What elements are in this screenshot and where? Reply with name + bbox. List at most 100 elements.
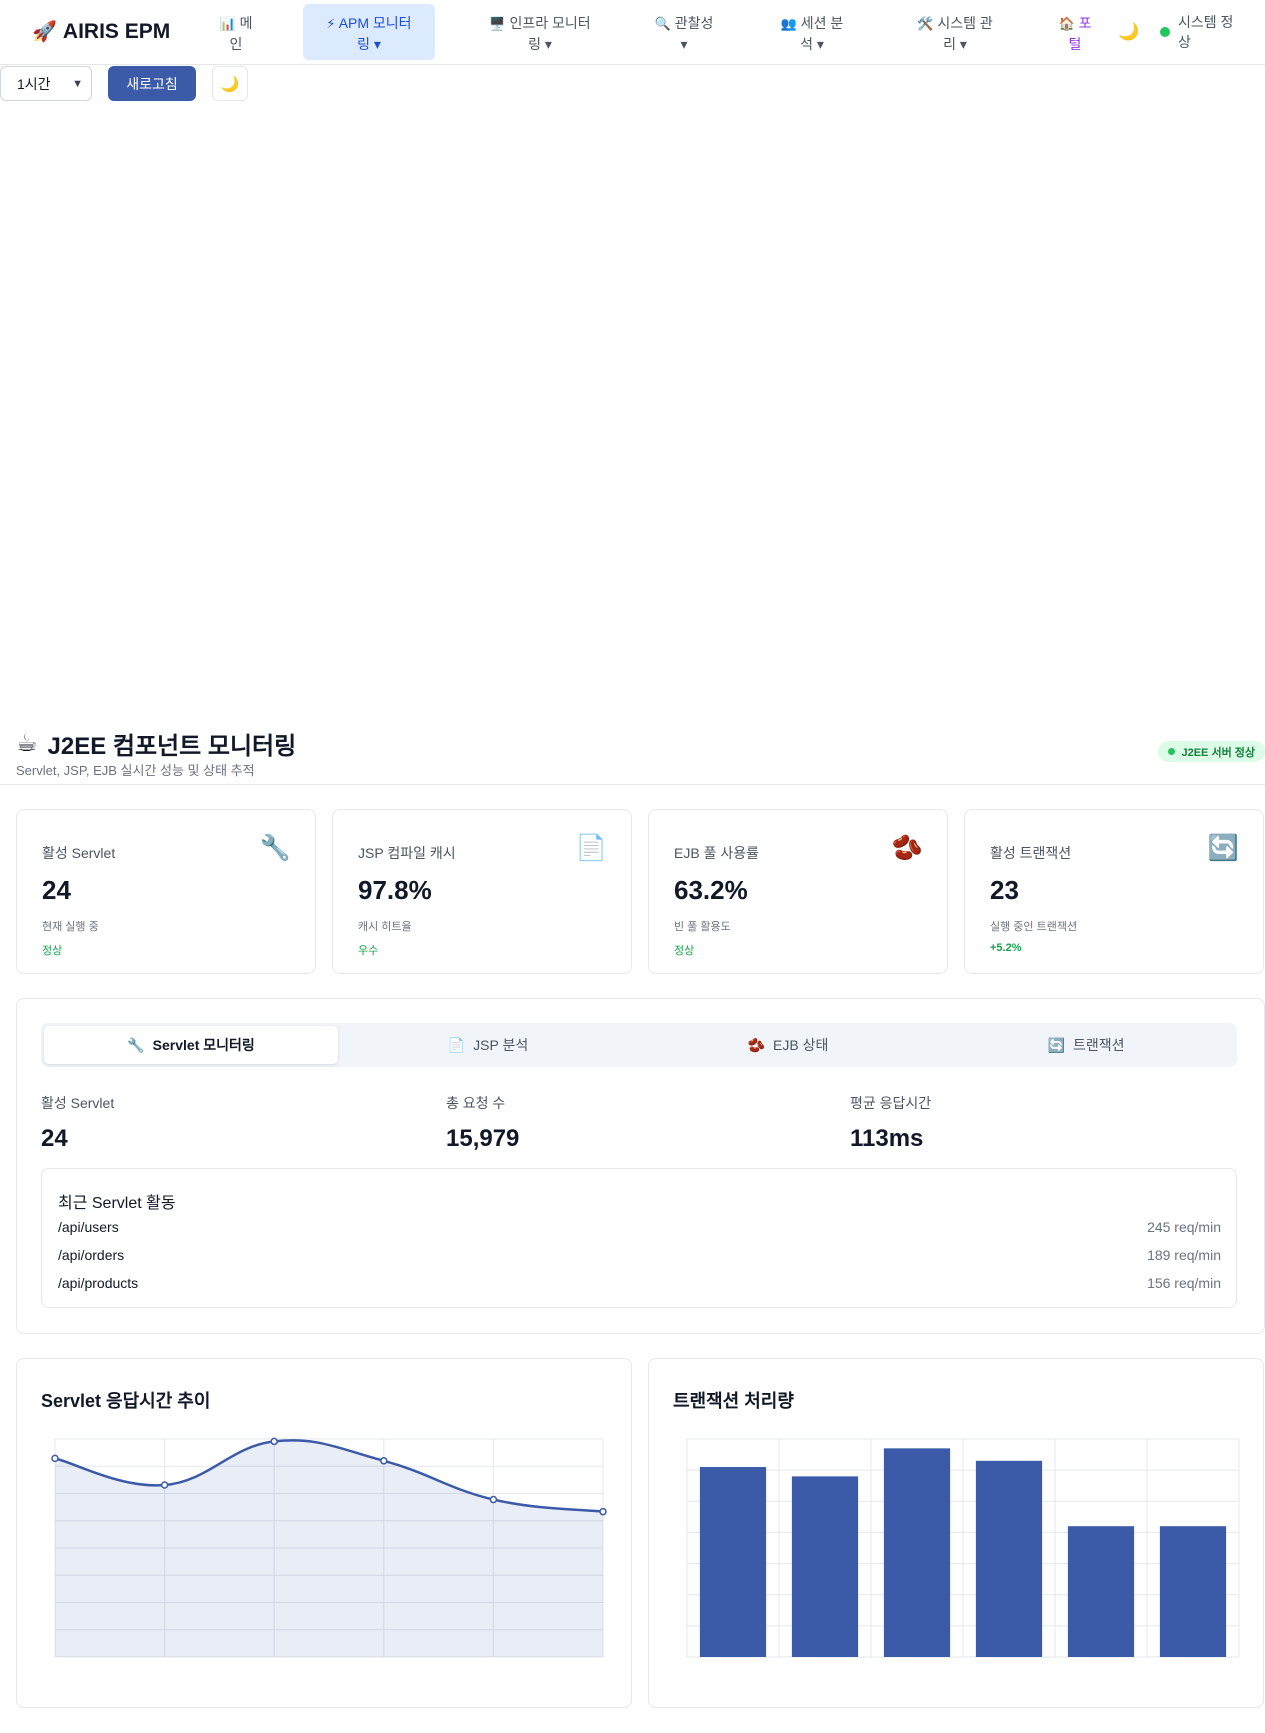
stat-value: 63.2% (674, 875, 748, 905)
stat-card-servlet: 활성 Servlet 🔧 24 현재 실행 중 정상 (16, 809, 316, 974)
stat-status: 정상 (42, 945, 63, 957)
status-badge: J2EE 서버 정상 (1158, 741, 1265, 762)
page-title: ☕ J2EE 컴포넌트 모니터링 (16, 726, 296, 761)
moon-icon: 🌙 (220, 75, 240, 93)
nav-item-session[interactable]: 👥 세션 분 석 ▾ (770, 4, 854, 60)
nav-item-label: APM 모니터 링 ▾ (338, 15, 412, 52)
stat-label: 활성 Servlet (42, 845, 116, 861)
tab-label: JSP 분석 (473, 1037, 529, 1053)
servlet-rate: 189 req/min (1147, 1247, 1221, 1263)
stat-desc: 빈 풀 활용도 (674, 921, 731, 933)
data-point (489, 1495, 498, 1504)
bar (1159, 1526, 1227, 1657)
metric-avg-response: 평균 응답시간 113ms (850, 1093, 931, 1153)
stat-label: 활성 트랜잭션 (990, 845, 1072, 861)
brand-logo[interactable]: 🚀 AIRIS EPM (32, 19, 170, 44)
home-icon: 🏠 (1058, 16, 1075, 31)
bar (699, 1467, 767, 1657)
stat-status: +5.2% (990, 942, 1022, 954)
tab-ejb[interactable]: 🫘 EJB 상태 (641, 1026, 935, 1064)
throughput-chart (686, 1438, 1240, 1658)
bar (975, 1460, 1043, 1657)
time-range-value: 1시간 (17, 75, 51, 92)
status-dot (1168, 748, 1176, 755)
page-subtitle: Servlet, JSP, EJB 실시간 성능 및 상태 추적 (16, 763, 255, 778)
list-item: /api/users 245 req/min (58, 1219, 1221, 1235)
coffee-icon: ☕ (16, 730, 38, 757)
nav-item-label: 인프라 모니터 링 ▾ (509, 15, 591, 52)
metric-value: 24 (41, 1125, 68, 1152)
data-point (270, 1437, 278, 1446)
metric-label: 활성 Servlet (41, 1095, 115, 1111)
nav-item-apm[interactable]: ⚡ APM 모니터 링 ▾ (303, 4, 435, 60)
list-item: /api/products 156 req/min (58, 1275, 1221, 1291)
tools-icon: 🛠️ (917, 16, 934, 31)
stat-desc: 현재 실행 중 (42, 921, 99, 933)
tab-label: EJB 상태 (773, 1037, 829, 1053)
stat-card-jsp: JSP 컴파일 캐시 📄 97.8% 캐시 히트율 우수 (332, 809, 632, 974)
nav-item-infra[interactable]: 🖥️ 인프라 모니터 링 ▾ (475, 4, 605, 60)
line-area-fill (55, 1440, 603, 1657)
stat-value: 24 (42, 875, 71, 905)
metric-value: 15,979 (446, 1125, 520, 1152)
bar (883, 1448, 951, 1657)
list-item: /api/orders 189 req/min (58, 1247, 1221, 1263)
stat-card-ejb: EJB 풀 사용률 🫘 63.2% 빈 풀 활용도 정상 (648, 809, 948, 974)
refresh-button[interactable]: 새로고침 (108, 66, 196, 101)
theme-toggle-button[interactable]: 🌙 (212, 66, 248, 101)
activity-title: 최근 Servlet 활동 (58, 1195, 176, 1212)
throughput-chart-card: 트랜잭션 처리량 (648, 1358, 1264, 1708)
metric-label: 평균 응답시간 (850, 1095, 932, 1111)
page-title-text: J2EE 컴포넌트 모니터링 (47, 733, 297, 760)
chart-icon: 📊 (219, 16, 236, 31)
stat-value: 97.8% (358, 875, 432, 905)
nav-item-portal[interactable]: 🏠 포 털 (1050, 4, 1100, 60)
document-icon: 📄 (575, 834, 607, 862)
tab-jsp[interactable]: 📄 JSP 분석 (341, 1026, 635, 1064)
metric-active-servlet: 활성 Servlet 24 (41, 1093, 114, 1153)
tab-label: Servlet 모니터링 (152, 1037, 255, 1053)
system-status-label: 시스템 정 상 (1178, 14, 1234, 50)
nav-item-label: 관찰성 ▾ (674, 15, 714, 52)
time-range-select[interactable]: 1시간 ▼ (0, 66, 92, 101)
metric-total-requests: 총 요청 수 15,979 (446, 1093, 519, 1153)
nav-item-observability[interactable]: 🔍 관찰성 ▾ (645, 4, 723, 60)
data-point (51, 1454, 59, 1463)
brand-name: AIRIS EPM (62, 19, 171, 43)
nav-item-main[interactable]: 📊 메 인 (206, 4, 266, 60)
divider (0, 784, 1265, 785)
document-icon: 📄 (447, 1036, 466, 1053)
tab-transaction[interactable]: 🔄 트랜잭션 (939, 1026, 1233, 1064)
tab-label: 트랜잭션 (1072, 1037, 1125, 1053)
chevron-down-icon: ▼ (72, 77, 83, 90)
stat-label: JSP 컴파일 캐시 (358, 845, 456, 861)
stat-desc: 캐시 히트율 (358, 921, 412, 933)
lightning-icon: ⚡ (326, 16, 336, 31)
nav-item-label: 시스템 관 리 ▾ (937, 15, 993, 52)
status-dot (1160, 27, 1170, 37)
servlet-path: /api/products (58, 1275, 139, 1291)
beans-icon: 🫘 (891, 834, 923, 862)
response-time-chart-card: Servlet 응답시간 추이 (16, 1358, 632, 1708)
moon-icon[interactable]: 🌙 (1118, 22, 1139, 42)
wrench-icon: 🔧 (127, 1036, 145, 1053)
stat-label: EJB 풀 사용률 (674, 845, 759, 861)
data-point (599, 1507, 607, 1516)
metric-value: 113ms (850, 1125, 924, 1152)
metric-label: 총 요청 수 (446, 1095, 506, 1111)
nav-item-system[interactable]: 🛠️ 시스템 관 리 ▾ (906, 4, 1004, 60)
tab-servlet[interactable]: 🔧 Servlet 모니터링 (44, 1026, 338, 1064)
data-point (160, 1481, 169, 1489)
status-badge-label: J2EE 서버 정상 (1181, 746, 1255, 759)
servlet-rate: 156 req/min (1147, 1275, 1221, 1291)
users-icon: 👥 (780, 16, 797, 31)
top-nav: 🚀 AIRIS EPM 📊 메 인 ⚡ APM 모니터 링 ▾ 🖥️ 인프라 모… (0, 0, 1265, 65)
stat-value: 23 (990, 875, 1019, 905)
nav-item-label: 세션 분 석 ▾ (800, 15, 844, 52)
servlet-path: /api/orders (58, 1247, 125, 1263)
servlet-rate: 245 req/min (1147, 1219, 1221, 1235)
bar (1067, 1526, 1135, 1657)
data-point (380, 1457, 388, 1465)
monitor-icon: 🖥️ (489, 16, 506, 31)
tab-bar: 🔧 Servlet 모니터링 📄 JSP 분석 🫘 EJB 상태 🔄 트랜잭션 (41, 1023, 1237, 1067)
